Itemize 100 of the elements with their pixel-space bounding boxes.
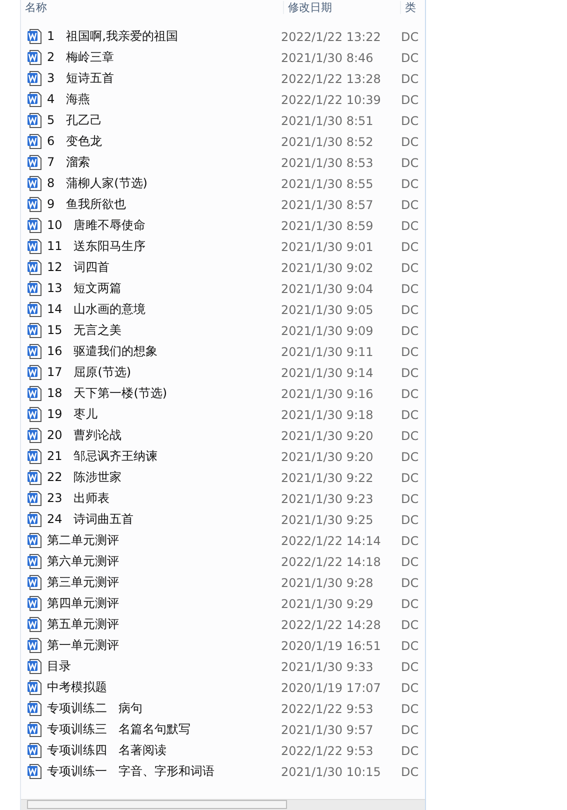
modified-date: 2021/1/30 8:53	[281, 156, 374, 170]
file-type: DC	[401, 240, 419, 254]
modified-date: 2020/1/19 16:51	[281, 638, 382, 652]
modified-date: 2021/1/30 9:14	[281, 366, 374, 380]
file-name[interactable]: 专项训练三 名篇名句默写	[47, 721, 281, 738]
modified-date: 2021/1/30 9:25	[281, 512, 374, 526]
word-document-icon	[27, 637, 42, 654]
file-name[interactable]: 24 诗词曲五首	[47, 511, 281, 528]
column-header[interactable]: 名称	[25, 1, 284, 14]
file-name[interactable]: 1 祖国啊,我亲爱的祖国	[47, 28, 281, 45]
file-type: DC	[401, 260, 419, 274]
modified-date: 2022/1/22 9:53	[281, 702, 374, 716]
modified-date: 2022/1/22 14:14	[281, 534, 382, 548]
file-name[interactable]: 第三单元测评	[47, 574, 281, 591]
file-type: DC	[401, 218, 419, 232]
word-document-icon	[27, 574, 42, 591]
word-document-icon	[27, 658, 42, 675]
modified-date: 2021/1/30 9:16	[281, 386, 374, 400]
file-name[interactable]: 20 曹刿论战	[47, 427, 281, 444]
modified-date: 2021/1/30 9:29	[281, 596, 374, 610]
modified-date: 2021/1/30 9:33	[281, 660, 374, 674]
file-name[interactable]: 18 天下第一楼(节选)	[47, 385, 281, 402]
file-name[interactable]: 第四单元测评	[47, 595, 281, 612]
file-name[interactable]: 17 屈原(节选)	[47, 364, 281, 381]
word-document-icon	[27, 553, 42, 570]
word-document-icon	[27, 448, 42, 465]
file-type: DC	[401, 722, 419, 736]
file-name[interactable]: 21 邹忌讽齐王纳谏	[47, 448, 281, 465]
modified-date: 2021/1/30 9:18	[281, 408, 374, 422]
modified-date: 2021/1/30 8:57	[281, 198, 374, 212]
file-name[interactable]: 14 山水画的意境	[47, 301, 281, 318]
file-type: DC	[401, 176, 419, 190]
file-name[interactable]: 11 送东阳马生序	[47, 238, 281, 255]
file-type: DC	[401, 744, 419, 758]
file-name[interactable]: 3 短诗五首	[47, 70, 281, 87]
word-document-icon	[27, 280, 42, 297]
file-type: DC	[401, 344, 419, 358]
file-name[interactable]: 目录	[47, 658, 281, 675]
modified-date: 2021/1/30 8:46	[281, 50, 374, 64]
file-name[interactable]: 第五单元测评	[47, 616, 281, 633]
word-document-icon	[27, 70, 42, 87]
modified-date: 2022/1/22 13:22	[281, 30, 382, 44]
file-type: DC	[401, 554, 419, 568]
file-name[interactable]: 专项训练二 病句	[47, 700, 281, 717]
file-name[interactable]: 专项训练四 名著阅读	[47, 742, 281, 759]
word-document-icon	[27, 133, 42, 150]
file-name[interactable]: 10 唐雎不辱使命	[47, 217, 281, 234]
file-name[interactable]: 15 无言之美	[47, 322, 281, 339]
file-name[interactable]: 13 短文两篇	[47, 280, 281, 297]
modified-date: 2021/1/30 8:52	[281, 134, 374, 148]
column-header[interactable]: 修改日期	[284, 1, 401, 14]
file-name[interactable]: 23 出师表	[47, 490, 281, 507]
modified-date: 2021/1/30 9:02	[281, 260, 374, 274]
scrollbar-thumb[interactable]	[27, 800, 287, 809]
file-type: DC	[401, 282, 419, 296]
file-name[interactable]: 7 溜索	[47, 154, 281, 171]
modified-date: 2021/1/30 9:01	[281, 240, 374, 254]
word-document-icon	[27, 679, 42, 696]
modified-date: 2021/1/30 9:05	[281, 302, 374, 316]
word-document-icon	[27, 616, 42, 633]
file-type: DC	[401, 50, 419, 64]
word-document-icon	[27, 595, 42, 612]
file-type: DC	[401, 366, 419, 380]
word-document-icon	[27, 406, 42, 423]
file-type: DC	[401, 198, 419, 212]
column-header[interactable]: 类	[401, 1, 416, 14]
word-document-icon	[27, 196, 42, 213]
file-type: DC	[401, 72, 419, 86]
word-document-icon	[27, 532, 42, 549]
file-name[interactable]: 4 海燕	[47, 91, 281, 108]
file-name[interactable]: 16 驱遣我们的想象	[47, 343, 281, 360]
file-name[interactable]: 专项训练一 字音、字形和词语	[47, 763, 281, 780]
file-name[interactable]: 8 蒲柳人家(节选)	[47, 175, 281, 192]
file-name[interactable]: 5 孔乙己	[47, 112, 281, 129]
file-name[interactable]: 19 枣儿	[47, 406, 281, 423]
file-name[interactable]: 12 词四首	[47, 259, 281, 276]
word-document-icon	[27, 112, 42, 129]
file-type: DC	[401, 512, 419, 526]
file-type: DC	[401, 680, 419, 694]
modified-date: 2021/1/30 9:11	[281, 344, 374, 358]
word-document-icon	[27, 301, 42, 318]
file-type: DC	[401, 764, 419, 778]
file-name[interactable]: 6 变色龙	[47, 133, 281, 150]
word-document-icon	[27, 28, 42, 45]
file-name[interactable]: 第六单元测评	[47, 553, 281, 570]
file-name[interactable]: 22 陈涉世家	[47, 469, 281, 486]
file-name[interactable]: 2 梅岭三章	[47, 49, 281, 66]
horizontal-scrollbar[interactable]	[21, 799, 425, 810]
file-type: DC	[401, 156, 419, 170]
word-document-icon	[27, 91, 42, 108]
file-type: DC	[401, 386, 419, 400]
word-document-icon	[27, 322, 42, 339]
word-document-icon	[27, 490, 42, 507]
file-name[interactable]: 第一单元测评	[47, 637, 281, 654]
modified-date: 2021/1/30 9:20	[281, 428, 374, 442]
file-name[interactable]: 中考模拟题	[47, 679, 281, 696]
file-name[interactable]: 第二单元测评	[47, 532, 281, 549]
file-type: DC	[401, 114, 419, 128]
modified-date: 2021/1/30 9:28	[281, 576, 374, 590]
file-name[interactable]: 9 鱼我所欲也	[47, 196, 281, 213]
